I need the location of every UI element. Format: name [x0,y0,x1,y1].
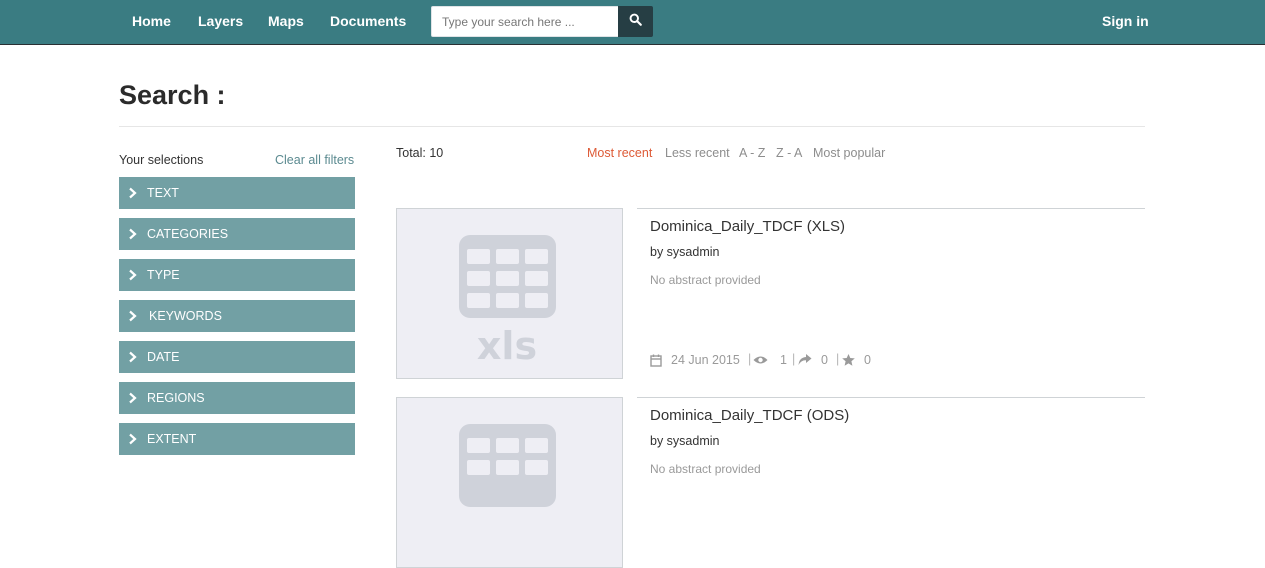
result-title[interactable]: Dominica_Daily_TDCF (ODS) [650,407,849,424]
spreadsheet-icon: xls [459,235,556,368]
top-navbar: Home Layers Maps Documents Sign in [0,0,1265,45]
search-input[interactable] [431,6,619,37]
chevron-right-icon [127,269,139,281]
share-icon [798,354,812,366]
filter-type[interactable]: TYPE [119,259,355,291]
result-views: 1 [753,353,787,367]
search-icon [629,13,642,31]
chevron-right-icon [127,187,139,199]
chevron-right-icon [127,310,139,322]
results-total: Total: 10 [396,146,444,160]
sort-a-z[interactable]: A - Z [739,146,765,160]
star-icon [842,354,855,366]
nav-documents-link[interactable]: Documents [330,13,406,29]
filter-regions[interactable]: REGIONS [119,382,355,414]
result-views-count: 1 [780,353,787,367]
result-date-text: 24 Jun 2015 [671,353,740,367]
result-date: 24 Jun 2015 [650,353,740,367]
filter-text[interactable]: TEXT [119,177,355,209]
your-selections-label: Your selections [119,153,204,167]
chevron-right-icon [127,433,139,445]
result-divider [637,397,1145,398]
filter-label: TYPE [147,268,180,282]
search-button[interactable] [618,6,653,37]
sort-most-recent[interactable]: Most recent [587,146,652,160]
nav-layers-link[interactable]: Layers [198,13,243,29]
sort-most-popular[interactable]: Most popular [813,146,885,160]
sort-less-recent[interactable]: Less recent [665,146,730,160]
calendar-icon [650,354,662,367]
thumb-label: xls [477,324,537,368]
result-abstract: No abstract provided [650,273,761,287]
filter-label: REGIONS [147,391,205,405]
page-title: Search : [119,80,226,110]
result-divider [637,208,1145,209]
filter-keywords[interactable]: KEYWORDS [119,300,355,332]
filter-label: EXTENT [147,432,197,446]
chevron-right-icon [127,228,139,240]
nav-maps-link[interactable]: Maps [268,13,304,29]
result-author: by sysadmin [650,245,720,259]
result-thumbnail[interactable]: xls [396,208,623,379]
result-abstract: No abstract provided [650,462,761,476]
chevron-right-icon [127,392,139,404]
result-shares-count: 0 [821,353,828,367]
result-rating: 0 [842,353,871,367]
filter-label: KEYWORDS [149,309,222,323]
sort-z-a[interactable]: Z - A [776,146,802,160]
filter-categories[interactable]: CATEGORIES [119,218,355,250]
nav-home-link[interactable]: Home [132,13,171,29]
eye-icon [753,355,768,365]
result-author: by sysadmin [650,434,720,448]
sign-in-link[interactable]: Sign in [1102,13,1149,29]
filter-label: DATE [147,350,180,364]
filter-label: TEXT [147,186,179,200]
title-divider [119,126,1145,127]
spreadsheet-icon [459,424,556,507]
filter-date[interactable]: DATE [119,341,355,373]
result-rating-count: 0 [864,353,871,367]
result-title[interactable]: Dominica_Daily_TDCF (XLS) [650,218,845,235]
filter-extent[interactable]: EXTENT [119,423,355,455]
result-shares: 0 [798,353,828,367]
clear-all-filters-link[interactable]: Clear all filters [275,153,354,167]
chevron-right-icon [127,351,139,363]
filter-label: CATEGORIES [147,227,229,241]
